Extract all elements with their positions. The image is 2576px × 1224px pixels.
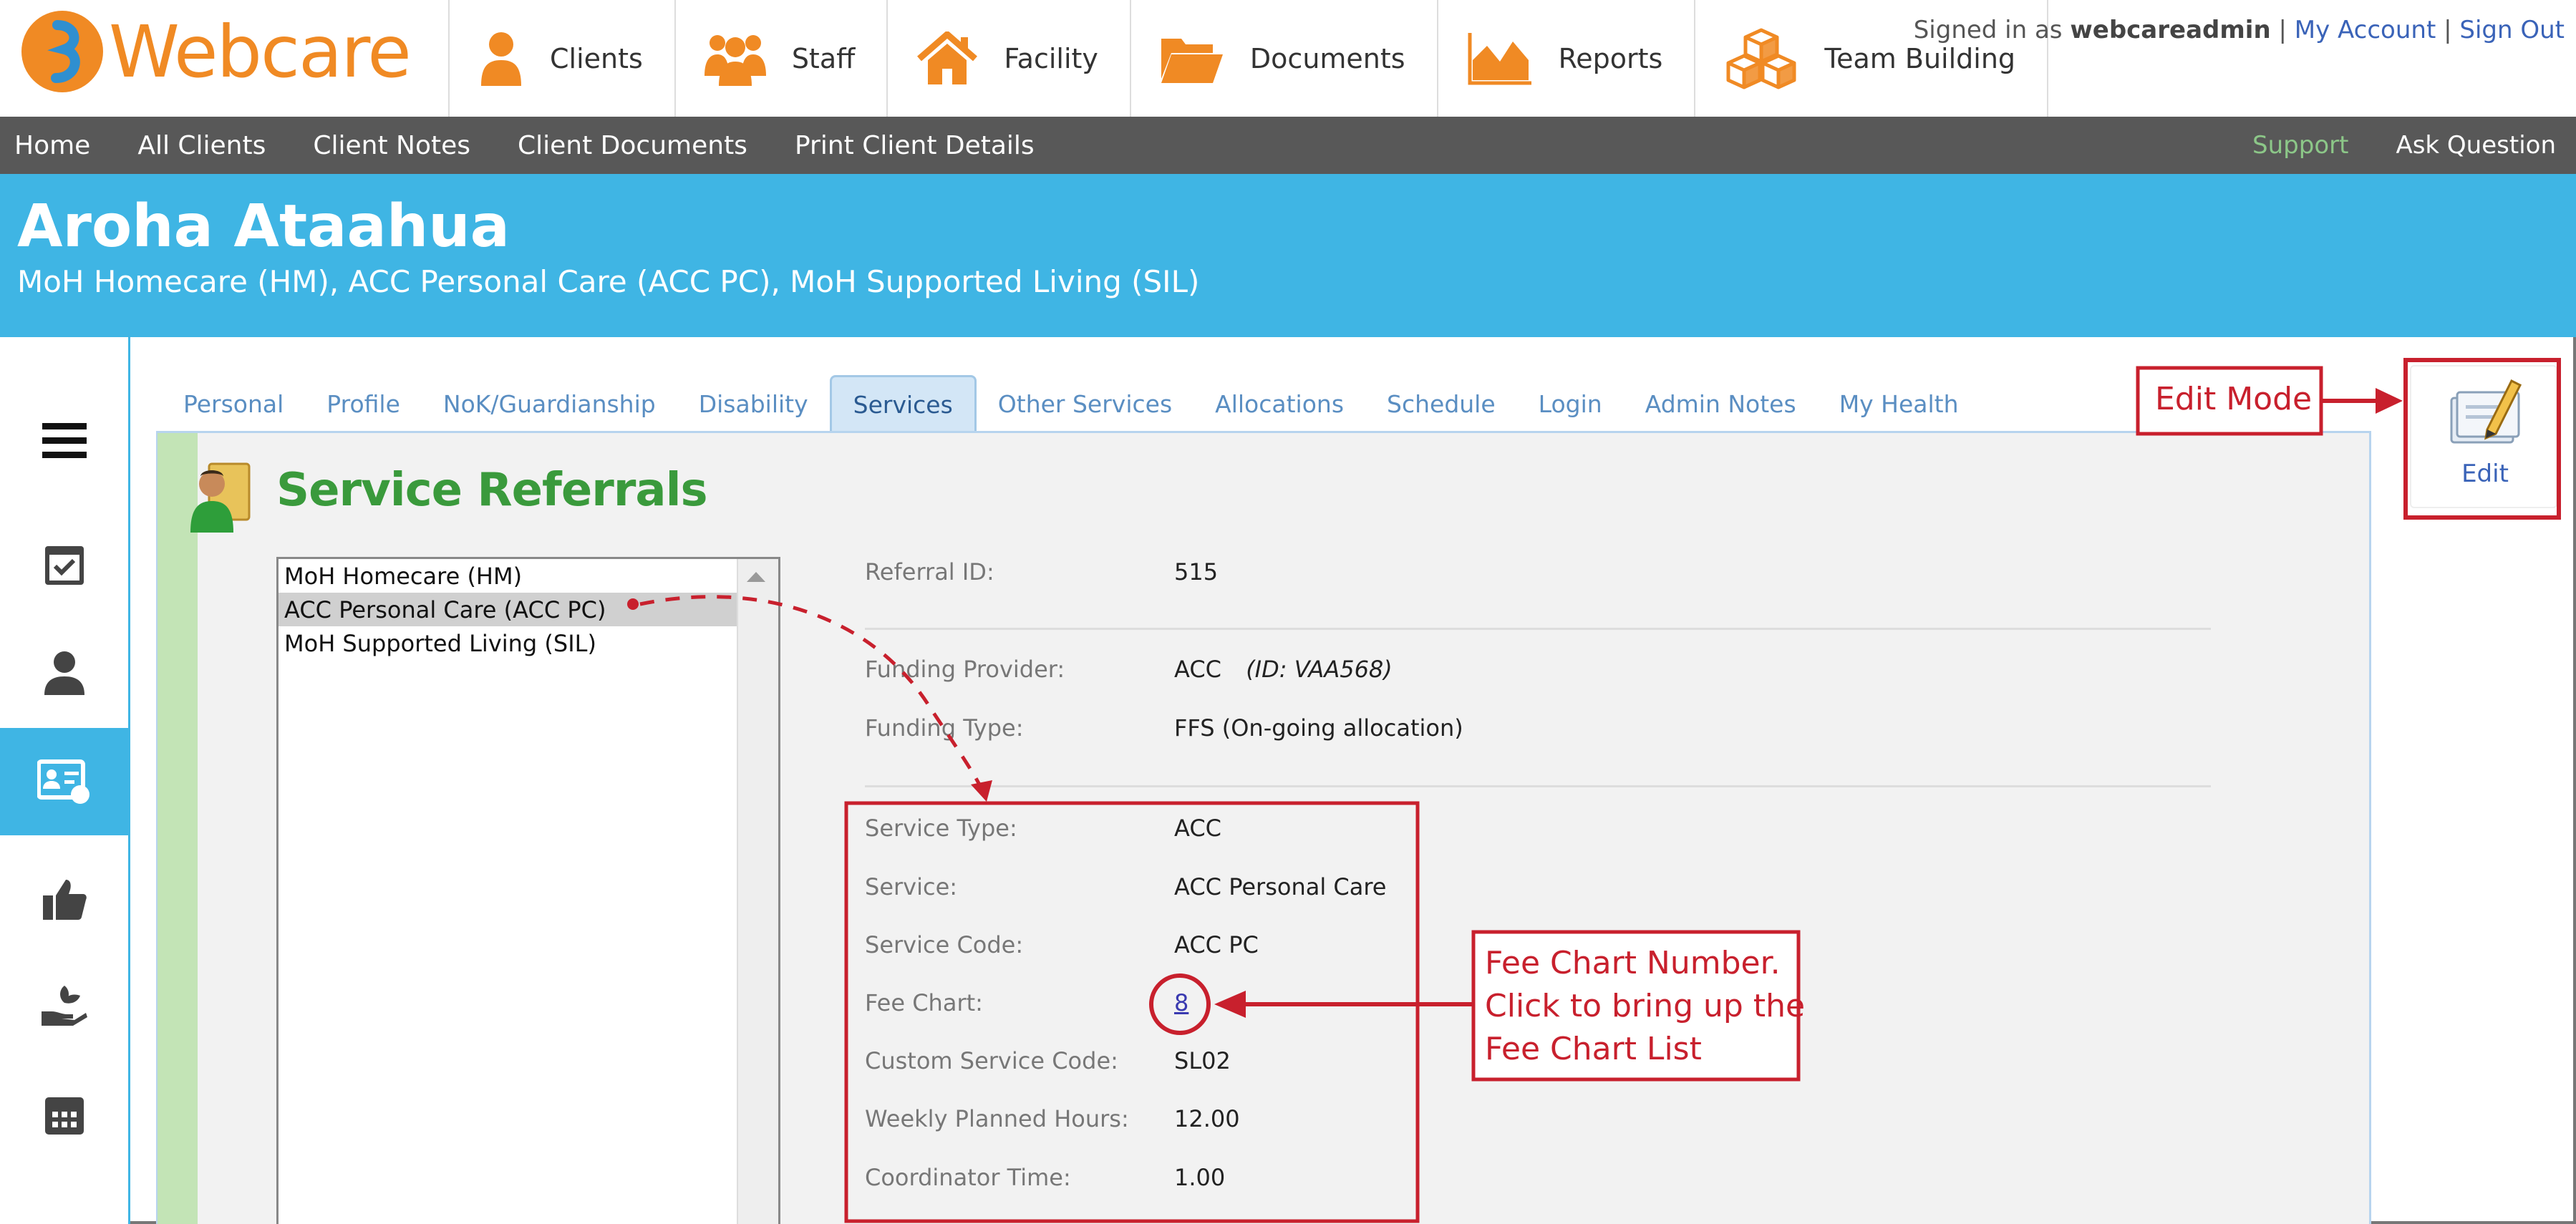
annotation-fee-arrowhead bbox=[1214, 991, 1246, 1018]
annotation-origin-dot bbox=[627, 598, 639, 610]
annotation-service-box bbox=[844, 801, 1420, 1223]
annotation-fee-line: Fee Chart List bbox=[1485, 1031, 1702, 1067]
annotation-fee-line: Click to bring up the bbox=[1485, 988, 1806, 1024]
annotation-edit-button-box bbox=[2403, 358, 2561, 520]
annotation-fee-line: Fee Chart Number. bbox=[1485, 945, 1781, 981]
annotation-fee-note-text: Fee Chart Number. Click to bring up the … bbox=[1485, 942, 1805, 1071]
annotation-edit-mode-text: Edit Mode bbox=[2155, 381, 2313, 417]
annotation-edit-arrowhead bbox=[2376, 388, 2403, 414]
annotation-dashed-curve bbox=[639, 595, 983, 789]
annotation-fee-circle bbox=[1149, 973, 1211, 1035]
annotation-overlay bbox=[627, 358, 2561, 1223]
annotation-arrowhead bbox=[971, 780, 992, 802]
